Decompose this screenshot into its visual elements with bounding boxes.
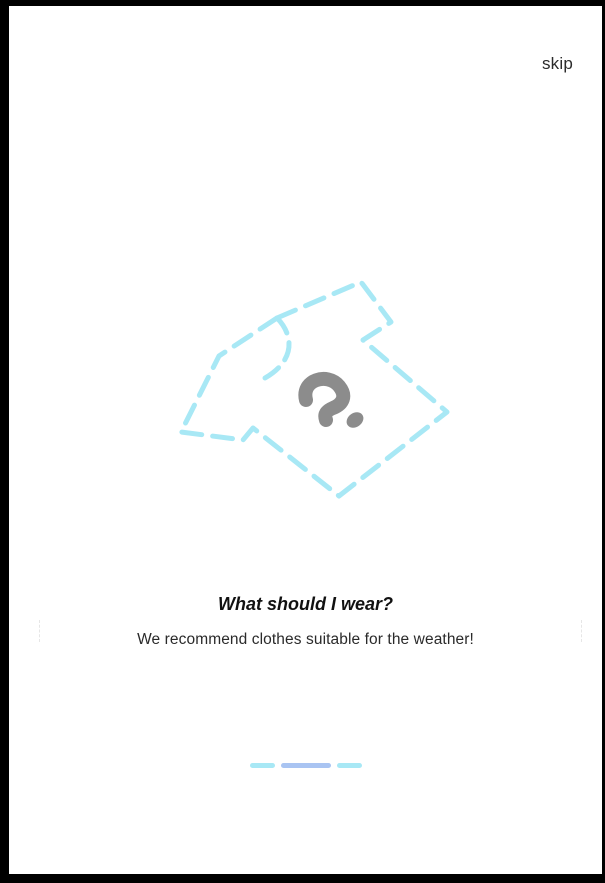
page-dot-active[interactable] bbox=[280, 763, 331, 768]
question-mark-dot bbox=[346, 412, 364, 428]
tshirt-collar bbox=[262, 315, 292, 381]
onboarding-title: What should I wear? bbox=[217, 594, 393, 614]
skip-button[interactable]: skip bbox=[540, 50, 575, 78]
page-dot[interactable] bbox=[249, 763, 275, 768]
page-dot[interactable] bbox=[336, 763, 362, 768]
question-mark-icon bbox=[298, 371, 351, 427]
onboarding-description: We recommend clothes suitable for the we… bbox=[137, 631, 474, 648]
onboarding-screen: skip What should I wear? We recommend cl… bbox=[0, 0, 605, 883]
onboarding-text: What should I wear? We recommend clothes… bbox=[9, 592, 602, 650]
page-indicator bbox=[9, 763, 602, 768]
dashed-tshirt-question-icon bbox=[169, 274, 451, 504]
